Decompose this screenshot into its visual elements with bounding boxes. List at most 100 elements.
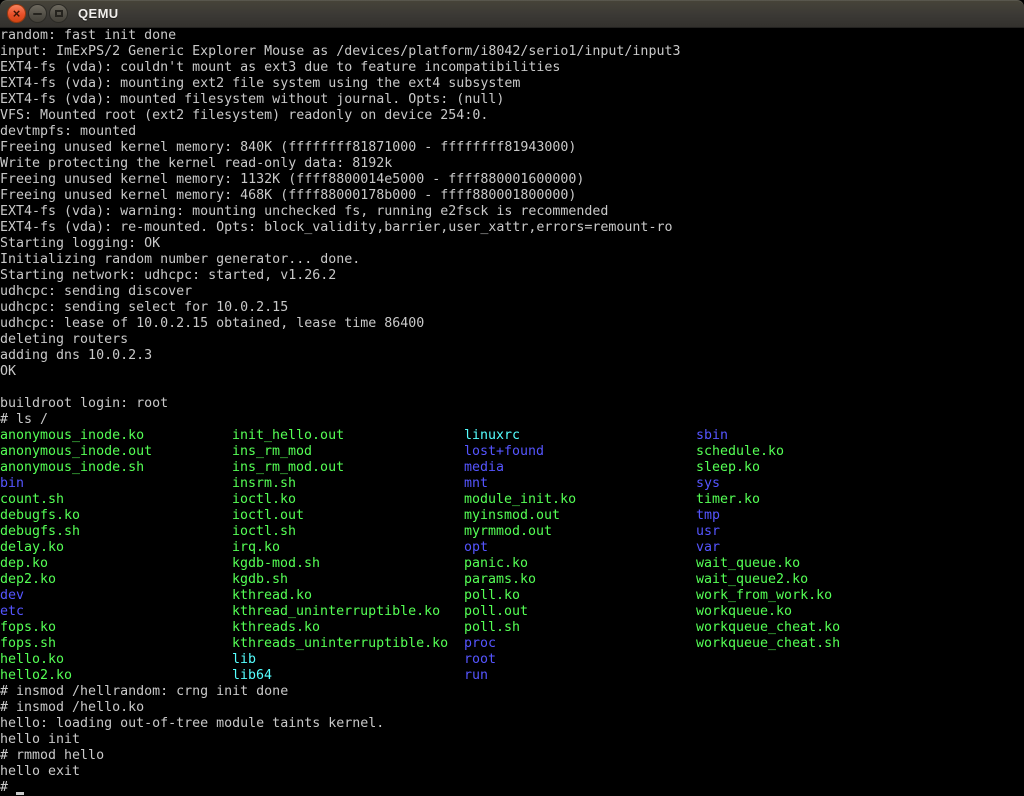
ls-entry-file: kgdb.sh — [232, 572, 464, 588]
ls-entry-file: module_init.ko — [464, 492, 696, 508]
ls-entry-file: work_from_work.ko — [696, 588, 1024, 604]
ls-entry-dir: mnt — [464, 476, 696, 492]
ls-entry-dir: run — [464, 668, 696, 684]
console-line: Starting network: udhcpc: started, v1.26… — [0, 268, 1024, 284]
console-line: VFS: Mounted root (ext2 filesystem) read… — [0, 108, 1024, 124]
console-line: Freeing unused kernel memory: 1132K (fff… — [0, 172, 1024, 188]
ls-entry-file: poll.ko — [464, 588, 696, 604]
ls-entry-dir: media — [464, 460, 696, 476]
ls-column: init_hello.outins_rm_modins_rm_mod.outin… — [232, 428, 464, 684]
ls-entry-file: init_hello.out — [232, 428, 464, 444]
console-line: EXT4-fs (vda): re-mounted. Opts: block_v… — [0, 220, 1024, 236]
ls-entry-dir: sbin — [696, 428, 1024, 444]
console-line: # rmmod hello — [0, 748, 1024, 764]
ls-entry-file: irq.ko — [232, 540, 464, 556]
command-log: # insmod /hellrandom: crng init done# in… — [0, 684, 1024, 780]
console-line: deleting routers — [0, 332, 1024, 348]
ls-entry-dir: bin — [0, 476, 232, 492]
ls-column: anonymous_inode.koanonymous_inode.outano… — [0, 428, 232, 684]
ls-entry-file: hello.ko — [0, 652, 232, 668]
ls-entry-link: linuxrc — [464, 428, 696, 444]
ls-entry-file: debugfs.ko — [0, 508, 232, 524]
console-line: EXT4-fs (vda): mounted filesystem withou… — [0, 92, 1024, 108]
ls-entry-file: kthread_uninterruptible.ko — [232, 604, 464, 620]
ls-entry-file: hello2.ko — [0, 668, 232, 684]
terminal-screen[interactable]: random: fast init doneinput: ImExPS/2 Ge… — [0, 28, 1024, 796]
ls-entry-link: lib64 — [232, 668, 464, 684]
console-line: adding dns 10.0.2.3 — [0, 348, 1024, 364]
shell-prompt: # — [0, 780, 16, 795]
ls-entry-file: ins_rm_mod — [232, 444, 464, 460]
ls-entry-dir: tmp — [696, 508, 1024, 524]
ls-entry-file: wait_queue.ko — [696, 556, 1024, 572]
minimize-button[interactable] — [28, 4, 47, 23]
console-line: Starting logging: OK — [0, 236, 1024, 252]
ls-entry-file: fops.ko — [0, 620, 232, 636]
ls-entry-dir: opt — [464, 540, 696, 556]
ls-entry-file: anonymous_inode.out — [0, 444, 232, 460]
ls-command-line: # ls / — [0, 412, 1024, 428]
maximize-icon — [55, 10, 63, 17]
window-title: QEMU — [78, 6, 119, 21]
ls-entry-file: insrm.sh — [232, 476, 464, 492]
ls-entry-file: dep2.ko — [0, 572, 232, 588]
qemu-window: × QEMU random: fast init doneinput: ImEx… — [0, 0, 1024, 796]
console-line: # insmod /hellrandom: crng init done — [0, 684, 1024, 700]
boot-log: random: fast init doneinput: ImExPS/2 Ge… — [0, 28, 1024, 396]
ls-entry-dir: proc — [464, 636, 696, 652]
ls-entry-file: kthreads_uninterruptible.ko — [232, 636, 464, 652]
ls-entry-file: fops.sh — [0, 636, 232, 652]
ls-entry-file: myinsmod.out — [464, 508, 696, 524]
console-line: EXT4-fs (vda): couldn't mount as ext3 du… — [0, 60, 1024, 76]
ls-entry-file: dep.ko — [0, 556, 232, 572]
ls-entry-dir: root — [464, 652, 696, 668]
minimize-icon — [33, 13, 42, 15]
ls-entry-file: kthreads.ko — [232, 620, 464, 636]
terminal-cursor — [16, 780, 24, 795]
ls-entry-link: lib — [232, 652, 464, 668]
console-line: EXT4-fs (vda): warning: mounting uncheck… — [0, 204, 1024, 220]
console-line: udhcpc: lease of 10.0.2.15 obtained, lea… — [0, 316, 1024, 332]
ls-entry-dir: lost+found — [464, 444, 696, 460]
console-line: hello init — [0, 732, 1024, 748]
ls-entry-file: workqueue.ko — [696, 604, 1024, 620]
ls-entry-file: params.ko — [464, 572, 696, 588]
console-line: hello: loading out-of-tree module taints… — [0, 716, 1024, 732]
ls-entry-file: anonymous_inode.ko — [0, 428, 232, 444]
window-titlebar[interactable]: × QEMU — [0, 0, 1024, 28]
console-line: Freeing unused kernel memory: 468K (ffff… — [0, 188, 1024, 204]
ls-column: linuxrclost+foundmediamntmodule_init.kom… — [464, 428, 696, 684]
console-line: # insmod /hello.ko — [0, 700, 1024, 716]
ls-entry-file: poll.sh — [464, 620, 696, 636]
ls-entry-file: delay.ko — [0, 540, 232, 556]
console-line: OK — [0, 364, 1024, 380]
console-line: EXT4-fs (vda): mounting ext2 file system… — [0, 76, 1024, 92]
ls-entry-file: poll.out — [464, 604, 696, 620]
ls-entry-file: workqueue_cheat.sh — [696, 636, 1024, 652]
console-line: random: fast init done — [0, 28, 1024, 44]
login-line: buildroot login: root — [0, 396, 1024, 412]
close-button[interactable]: × — [7, 4, 26, 23]
ls-entry-file: sleep.ko — [696, 460, 1024, 476]
console-line: devtmpfs: mounted — [0, 124, 1024, 140]
ls-entry-dir: usr — [696, 524, 1024, 540]
ls-entry-dir: var — [696, 540, 1024, 556]
ls-entry-file: ioctl.out — [232, 508, 464, 524]
ls-entry-file: count.sh — [0, 492, 232, 508]
maximize-button[interactable] — [49, 4, 68, 23]
close-icon: × — [13, 7, 21, 20]
console-line: Initializing random number generator... … — [0, 252, 1024, 268]
console-line: udhcpc: sending discover — [0, 284, 1024, 300]
ls-output: anonymous_inode.koanonymous_inode.outano… — [0, 428, 1024, 684]
ls-entry-file: myrmmod.out — [464, 524, 696, 540]
ls-entry-file: ioctl.ko — [232, 492, 464, 508]
ls-entry-file: panic.ko — [464, 556, 696, 572]
ls-entry-file: ins_rm_mod.out — [232, 460, 464, 476]
ls-entry-file: wait_queue2.ko — [696, 572, 1024, 588]
console-line: Write protecting the kernel read-only da… — [0, 156, 1024, 172]
console-line: input: ImExPS/2 Generic Explorer Mouse a… — [0, 44, 1024, 60]
shell-prompt-line: # — [0, 780, 1024, 796]
console-line — [0, 380, 1024, 396]
ls-entry-file: debugfs.sh — [0, 524, 232, 540]
ls-column: sbinschedule.kosleep.kosystimer.kotmpusr… — [696, 428, 1024, 684]
